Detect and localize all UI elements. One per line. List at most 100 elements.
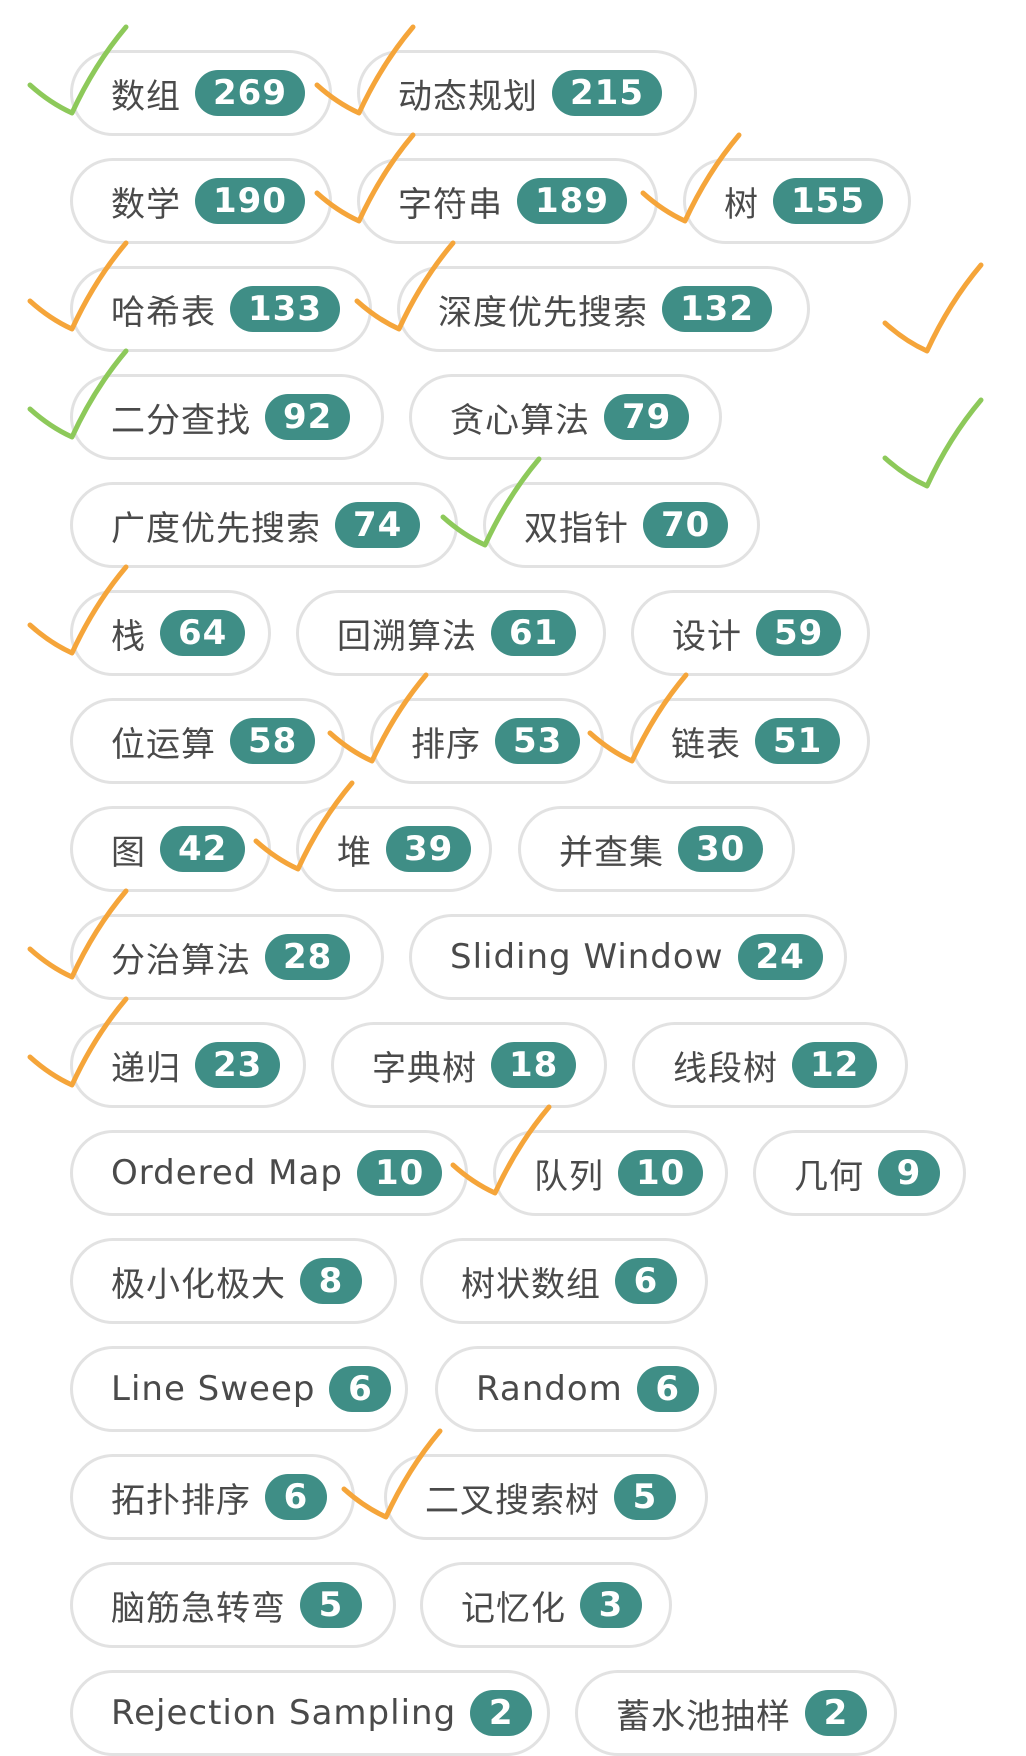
- tag-count-badge: 39: [386, 826, 472, 872]
- tag-label: 数学: [111, 184, 181, 225]
- tag-chip[interactable]: 堆 39: [296, 806, 492, 892]
- tag-count-badge: 61: [491, 610, 577, 656]
- tag-chip[interactable]: 分治算法 28: [70, 914, 384, 1000]
- tag-chip[interactable]: 树 155: [683, 158, 911, 244]
- tag-chip[interactable]: 字符串 189: [357, 158, 658, 244]
- tag-count-badge: 132: [662, 286, 772, 332]
- tag-chip[interactable]: 极小化极大 8: [70, 1238, 397, 1324]
- tag-label: 蓄水池抽样: [616, 1696, 791, 1737]
- tag-chip[interactable]: 数学 190: [70, 158, 332, 244]
- tag-chip[interactable]: 深度优先搜索 132: [397, 266, 810, 352]
- tag-chip[interactable]: 双指针 70: [483, 482, 760, 568]
- tag-count-badge: 18: [491, 1042, 577, 1088]
- tag-count-badge: 3: [580, 1582, 642, 1628]
- tag-chip[interactable]: 广度优先搜索 74: [70, 482, 458, 568]
- tag-count-badge: 5: [300, 1582, 362, 1628]
- tag-label: 排序: [411, 724, 481, 765]
- tag-count-badge: 70: [643, 502, 729, 548]
- tag-chip[interactable]: Sliding Window 24: [409, 914, 847, 1000]
- tag-count-badge: 8: [300, 1258, 362, 1304]
- tag-count-badge: 6: [615, 1258, 677, 1304]
- tag-chip[interactable]: 栈 64: [70, 590, 271, 676]
- tag-label: 记忆化: [461, 1588, 566, 1629]
- tag-count-badge: 53: [495, 718, 581, 764]
- tag-chip[interactable]: 排序 53: [370, 698, 604, 784]
- checkmark-icon: [882, 397, 984, 489]
- tag-label: 二分查找: [111, 400, 251, 441]
- tag-label: 回溯算法: [337, 616, 477, 657]
- tag-label: Sliding Window: [450, 937, 724, 977]
- tag-label: 位运算: [111, 724, 216, 765]
- tag-label: Rejection Sampling: [111, 1693, 457, 1733]
- tag-chip[interactable]: 动态规划 215: [357, 50, 697, 136]
- tag-count-badge: 190: [195, 178, 305, 224]
- tag-count-badge: 2: [805, 1690, 867, 1736]
- tag-count-badge: 155: [773, 178, 883, 224]
- tag-label: Line Sweep: [111, 1369, 316, 1409]
- tag-chip[interactable]: 递归 23: [70, 1022, 306, 1108]
- tag-chip[interactable]: 图 42: [70, 806, 271, 892]
- tag-label: 树: [724, 184, 759, 225]
- tag-chip[interactable]: 记忆化 3: [420, 1562, 672, 1648]
- tag-chip[interactable]: 拓扑排序 6: [70, 1454, 355, 1540]
- tag-count-badge: 79: [604, 394, 690, 440]
- tag-chip[interactable]: 贪心算法 79: [409, 374, 722, 460]
- tag-count-badge: 30: [678, 826, 764, 872]
- tag-chip[interactable]: 并查集 30: [518, 806, 795, 892]
- tag-chip[interactable]: 脑筋急转弯 5: [70, 1562, 396, 1648]
- tag-chip[interactable]: 二分查找 92: [70, 374, 384, 460]
- tag-label: 队列: [534, 1156, 604, 1197]
- tag-chip[interactable]: 设计 59: [631, 590, 870, 676]
- tag-label: 极小化极大: [111, 1264, 286, 1305]
- tag-count-badge: 2: [470, 1690, 533, 1736]
- tag-label: 图: [111, 832, 146, 873]
- tag-count-badge: 269: [195, 70, 305, 116]
- tag-chip[interactable]: Line Sweep 6: [70, 1346, 408, 1432]
- tag-label: 树状数组: [461, 1264, 601, 1305]
- tag-count-badge: 133: [230, 286, 340, 332]
- tag-chip[interactable]: 树状数组 6: [420, 1238, 708, 1324]
- checkmark-icon: [882, 262, 984, 354]
- tag-chip[interactable]: 几何 9: [753, 1130, 966, 1216]
- tag-chip[interactable]: 回溯算法 61: [296, 590, 606, 676]
- tag-label: 线段树: [673, 1048, 778, 1089]
- tag-count-badge: 64: [160, 610, 246, 656]
- tag-count-badge: 51: [755, 718, 841, 764]
- tag-label: 数组: [111, 76, 181, 117]
- tag-count-badge: 23: [195, 1042, 281, 1088]
- tag-label: 字符串: [398, 184, 503, 225]
- tag-label: 脑筋急转弯: [111, 1588, 286, 1629]
- tag-chip[interactable]: 哈希表 133: [70, 266, 372, 352]
- tag-count-badge: 10: [618, 1150, 704, 1196]
- tag-label: 二叉搜索树: [425, 1480, 600, 1521]
- tag-label: Ordered Map: [111, 1153, 343, 1193]
- tag-chip[interactable]: 线段树 12: [632, 1022, 908, 1108]
- tag-chip[interactable]: 字典树 18: [331, 1022, 607, 1108]
- tag-label: 字典树: [372, 1048, 477, 1089]
- tag-label: 分治算法: [111, 940, 251, 981]
- tag-label: 堆: [337, 832, 372, 873]
- tag-count-badge: 42: [160, 826, 246, 872]
- tag-chip[interactable]: 蓄水池抽样 2: [575, 1670, 897, 1756]
- tag-label: 链表: [671, 724, 741, 765]
- tag-chip[interactable]: 队列 10: [493, 1130, 728, 1216]
- tag-label: 设计: [672, 616, 742, 657]
- tag-count-badge: 28: [265, 934, 351, 980]
- tag-chip[interactable]: 数组 269: [70, 50, 332, 136]
- tag-chip[interactable]: Rejection Sampling 2: [70, 1670, 550, 1756]
- tag-chip[interactable]: Ordered Map 10: [70, 1130, 468, 1216]
- tag-count-badge: 59: [756, 610, 842, 656]
- tag-chip[interactable]: 链表 51: [630, 698, 870, 784]
- tag-count-badge: 24: [737, 934, 823, 980]
- tag-count-badge: 58: [230, 718, 316, 764]
- tag-count-badge: 74: [335, 502, 421, 548]
- tag-chip[interactable]: 位运算 58: [70, 698, 345, 784]
- tag-count-badge: 5: [614, 1474, 676, 1520]
- tag-chip[interactable]: Random 6: [435, 1346, 717, 1432]
- tag-count-badge: 189: [517, 178, 627, 224]
- tag-count-badge: 215: [552, 70, 662, 116]
- tag-chip[interactable]: 二叉搜索树 5: [384, 1454, 708, 1540]
- tag-label: 深度优先搜索: [438, 292, 648, 333]
- tag-count-badge: 10: [356, 1150, 443, 1196]
- tag-label: 双指针: [524, 508, 629, 549]
